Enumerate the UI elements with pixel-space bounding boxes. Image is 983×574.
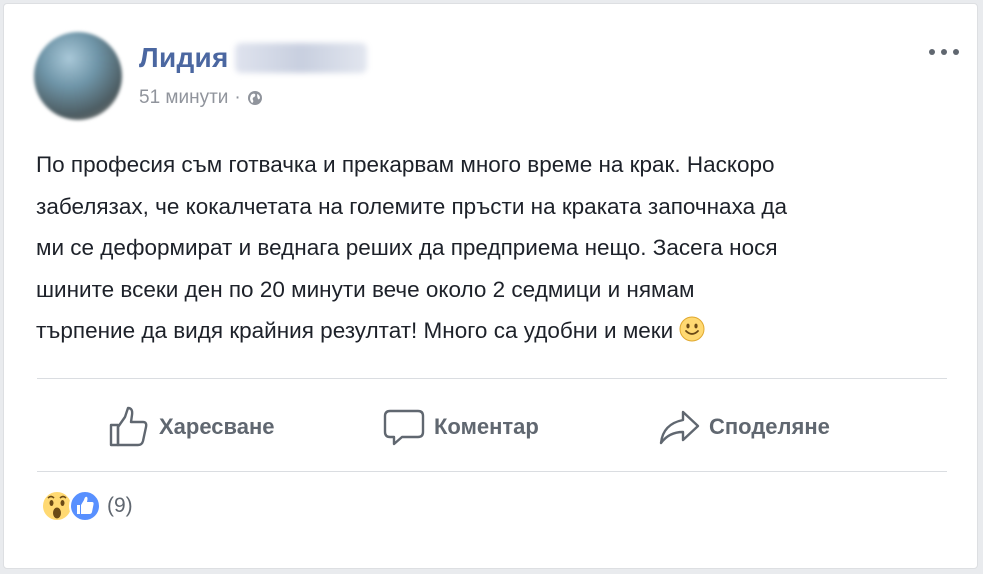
smile-emoji-icon [679, 314, 705, 342]
like-label: Харесване [159, 414, 275, 439]
more-options-icon[interactable] [929, 42, 959, 62]
author-name[interactable]: Лидия [139, 42, 229, 74]
share-button[interactable]: Споделяне [657, 404, 830, 450]
reaction-count: (9) [107, 494, 133, 517]
comment-button[interactable]: Коментар [382, 404, 539, 450]
comment-bubble-icon [382, 405, 426, 449]
share-arrow-icon [657, 405, 701, 449]
like-button[interactable]: Харесване [107, 404, 275, 450]
meta-separator: · [234, 87, 241, 108]
divider-bottom [37, 471, 947, 472]
share-label: Споделяне [709, 414, 830, 439]
author-row: Лидия [139, 42, 367, 74]
comment-label: Коментар [434, 414, 539, 439]
globe-icon[interactable] [247, 90, 263, 106]
avatar[interactable] [34, 32, 122, 120]
post-body: По професия съм готвачка и прекарвам мно… [36, 152, 787, 343]
divider-top [37, 378, 947, 379]
post-timestamp[interactable]: 51 минути [139, 87, 228, 109]
post-text: По професия съм готвачка и прекарвам мно… [36, 144, 956, 352]
author-surname-blurred [234, 43, 367, 73]
like-reaction-icon [69, 490, 101, 522]
action-bar: Харесване Коментар Споделяне [37, 382, 947, 474]
reactions-summary[interactable]: (9) [41, 490, 133, 522]
thumbs-up-icon [107, 405, 151, 449]
post-card: Лидия 51 минути · По професия съм готвач… [3, 3, 978, 569]
post-meta: 51 минути · [139, 87, 263, 109]
